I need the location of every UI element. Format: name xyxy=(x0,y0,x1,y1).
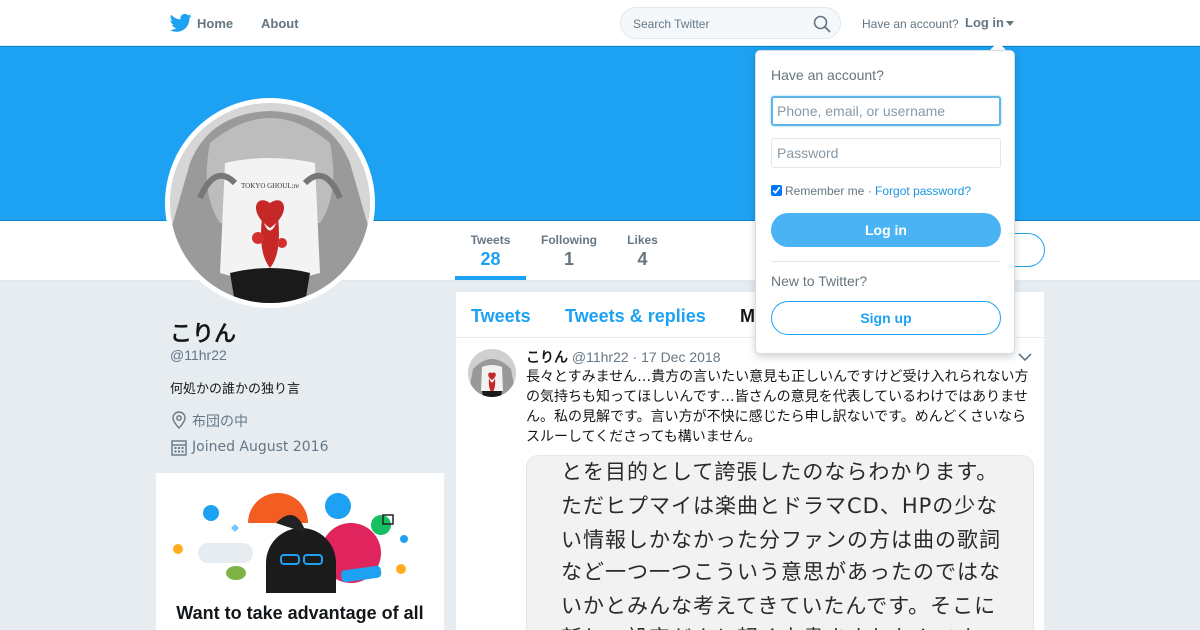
new-to-twitter-text: New to Twitter? xyxy=(771,273,868,289)
remember-row: Remember me · Forgot password? xyxy=(771,184,971,198)
location-pin-icon xyxy=(172,411,186,429)
stat-tweets-label: Tweets xyxy=(470,233,511,247)
login-button[interactable]: Log in xyxy=(771,213,1001,247)
login-dropdown: Have an account? Remember me · Forgot pa… xyxy=(755,50,1015,354)
tab-tweets[interactable]: Tweets xyxy=(471,306,531,327)
stat-tweets[interactable]: Tweets 28 xyxy=(455,233,526,270)
profile-bio: 何処かの誰かの独り言 xyxy=(170,382,301,397)
tweet-avatar[interactable] xyxy=(468,349,516,397)
tweet-author-name[interactable]: こりん xyxy=(526,350,568,366)
top-navigation-bar: Home About Have an account? Log in xyxy=(0,0,1200,46)
stat-following-value: 1 xyxy=(563,249,574,269)
promo-illustration xyxy=(173,493,408,593)
dropdown-title: Have an account? xyxy=(771,67,884,83)
stat-tweets-value: 28 xyxy=(480,249,501,269)
remember-separator: · xyxy=(867,184,872,198)
remember-me-checkbox[interactable] xyxy=(771,185,782,196)
username-field[interactable] xyxy=(771,96,1001,126)
svg-text:TOKYO GHOUL:re: TOKYO GHOUL:re xyxy=(241,182,299,190)
tweet-separator: · xyxy=(632,349,638,365)
remember-me-label[interactable]: Remember me xyxy=(785,184,864,198)
stat-likes-value: 4 xyxy=(637,249,648,269)
forgot-password-link[interactable]: Forgot password? xyxy=(875,184,971,198)
profile-location-text: 布団の中 xyxy=(192,414,248,430)
media-text-line: とを目的として誇張したのならわかります。 xyxy=(561,460,999,484)
tweet-text: 長々とすみません…貴方の言いたい意見も正しいんですけど受け入れられない方の気持ち… xyxy=(526,369,1029,445)
search-input[interactable] xyxy=(633,15,803,33)
dropdown-divider xyxy=(771,261,1001,262)
stat-likes-label: Likes xyxy=(627,233,658,247)
media-text-line: いかとみんな考えてきていたんです。そこに xyxy=(561,594,997,618)
nav-home-link[interactable]: Home xyxy=(197,16,233,31)
tab-tweets-replies[interactable]: Tweets & replies xyxy=(565,306,706,327)
have-account-text: Have an account? xyxy=(862,17,959,31)
media-text-line: 新しい設定だよと軽く上書きされたんです xyxy=(561,622,978,630)
twitter-bird-icon[interactable] xyxy=(170,13,192,33)
tweet-date[interactable]: 17 Dec 2018 xyxy=(641,349,720,365)
active-tab-indicator xyxy=(455,276,526,280)
avatar-image: TOKYO GHOUL:re xyxy=(170,103,370,303)
tweet-header: こりん @11hr22 · 17 Dec 2018 xyxy=(526,347,721,367)
signup-button[interactable]: Sign up xyxy=(771,301,1001,335)
profile-handle[interactable]: @11hr22 xyxy=(170,347,227,363)
chevron-down-icon[interactable] xyxy=(1018,352,1032,362)
caret-down-icon xyxy=(1006,21,1014,27)
profile-name: こりん xyxy=(170,322,237,347)
stat-following[interactable]: Following 1 xyxy=(536,233,602,270)
search-icon[interactable] xyxy=(813,15,831,33)
media-text-line: ただヒプマイは楽曲とドラマCD、HPの少な xyxy=(561,494,999,518)
promo-title: Want to take advantage of all xyxy=(176,603,424,623)
profile-joined-text: Joined August 2016 xyxy=(192,439,329,455)
nav-about-link[interactable]: About xyxy=(261,16,299,31)
profile-avatar[interactable]: TOKYO GHOUL:re xyxy=(165,98,375,308)
stat-likes[interactable]: Likes 4 xyxy=(620,233,665,270)
search-box xyxy=(620,7,841,39)
media-text-line: など一つ一つこういう意思があったのではな xyxy=(561,560,1001,584)
stat-following-label: Following xyxy=(541,233,597,247)
calendar-icon xyxy=(171,440,187,456)
signup-promo-card: Want to take advantage of all xyxy=(156,473,444,630)
media-text-line: い情報しかなかった分ファンの方は曲の歌詞 xyxy=(561,528,1001,552)
password-field[interactable] xyxy=(771,138,1001,168)
tweet-author-handle[interactable]: @11hr22 xyxy=(572,349,629,365)
tweet-media-image[interactable]: とを目的として誇張したのならわかります。 ただヒプマイは楽曲とドラマCD、HPの… xyxy=(526,455,1034,630)
login-toggle-label: Log in xyxy=(965,15,1004,30)
login-dropdown-toggle[interactable]: Log in xyxy=(965,15,1014,30)
